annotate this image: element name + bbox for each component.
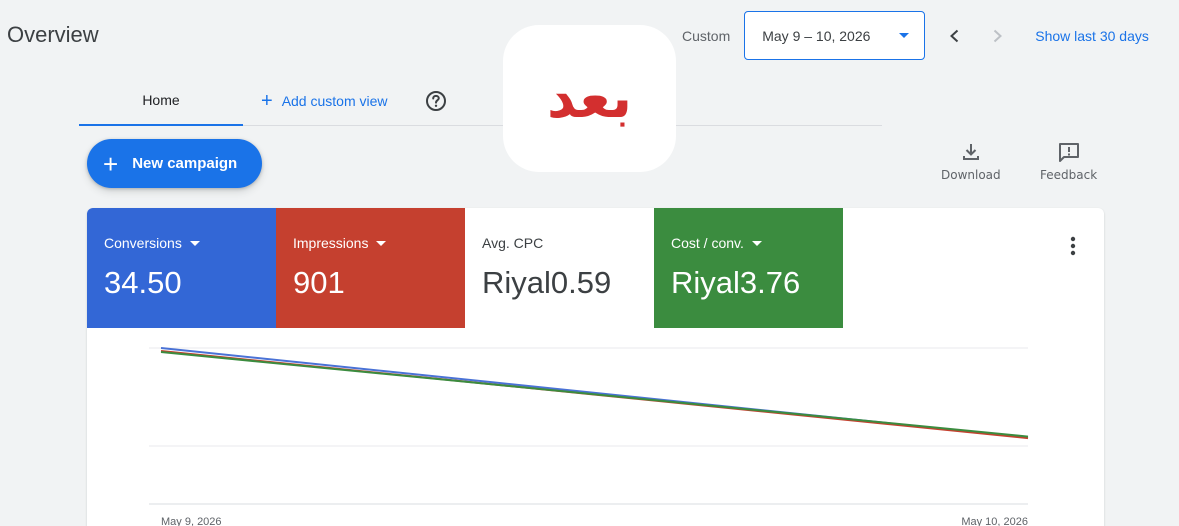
date-range-select[interactable]: May 9 – 10, 2026 bbox=[744, 11, 926, 60]
chevron-right-icon bbox=[994, 29, 1003, 42]
download-icon bbox=[962, 144, 979, 160]
download-button[interactable]: Download bbox=[941, 142, 1001, 182]
tab-home[interactable]: Home bbox=[79, 76, 243, 126]
metric-label: Avg. CPC bbox=[482, 235, 544, 251]
more-vert-icon[interactable] bbox=[1070, 236, 1076, 256]
metric-label: Cost / conv. bbox=[671, 235, 744, 251]
download-label: Download bbox=[941, 168, 1001, 182]
metric-value: Riyal3.76 bbox=[671, 265, 801, 300]
overlay-app-icon: بعد bbox=[503, 25, 676, 172]
chart-series-line bbox=[160, 351, 1029, 438]
metric-label-row: Avg. CPC bbox=[482, 235, 654, 251]
show-last-30-days-link[interactable]: Show last 30 days bbox=[1035, 28, 1149, 44]
chevron-left-icon bbox=[950, 29, 959, 42]
metric-label: Impressions bbox=[293, 235, 369, 251]
overlay-text: بعد bbox=[547, 66, 632, 131]
metric-label: Conversions bbox=[104, 235, 182, 251]
page-title: Overview bbox=[7, 22, 99, 47]
metric-impressions[interactable]: Impressions 901 bbox=[276, 208, 465, 328]
performance-chart: May 9, 2026 May 10, 2026 bbox=[149, 347, 1029, 526]
metric-avg-cpc[interactable]: Avg. CPC Riyal0.59 bbox=[465, 208, 654, 328]
metric-label-row: Conversions bbox=[104, 235, 276, 251]
plus-icon: + bbox=[103, 148, 119, 179]
metric-value: 34.50 bbox=[104, 265, 182, 300]
chart-x-tick-label: May 10, 2026 bbox=[961, 516, 1028, 526]
metric-label-row: Cost / conv. bbox=[671, 235, 843, 251]
feedback-button[interactable]: Feedback bbox=[1040, 142, 1097, 182]
previous-period-button[interactable] bbox=[943, 24, 967, 48]
add-custom-view-button[interactable]: + Add custom view bbox=[261, 76, 388, 126]
metric-value: 901 bbox=[293, 265, 345, 300]
next-period-button[interactable] bbox=[985, 24, 1009, 48]
caret-down-icon bbox=[189, 240, 200, 246]
caret-down-icon bbox=[376, 240, 387, 246]
add-custom-view-label: Add custom view bbox=[281, 93, 388, 109]
feedback-label: Feedback bbox=[1040, 168, 1098, 182]
metric-conversions[interactable]: Conversions 34.50 bbox=[87, 208, 276, 328]
custom-label: Custom bbox=[682, 27, 731, 44]
new-campaign-button[interactable]: + New campaign bbox=[87, 139, 262, 188]
caret-down-icon bbox=[899, 33, 910, 38]
metric-value: Riyal0.59 bbox=[482, 265, 612, 300]
help-icon[interactable] bbox=[425, 90, 447, 112]
date-controls: Custom May 9 – 10, 2026 Show last 30 day… bbox=[682, 11, 1149, 60]
new-campaign-label: New campaign bbox=[132, 155, 238, 172]
metric-label-row: Impressions bbox=[293, 235, 465, 251]
performance-card: Conversions 34.50 Impressions 901 Avg. C… bbox=[87, 208, 1104, 526]
tab-home-label: Home bbox=[142, 92, 180, 108]
date-range-value: May 9 – 10, 2026 bbox=[762, 27, 871, 44]
view-tabs: Home + Add custom view bbox=[79, 76, 882, 126]
feedback-icon bbox=[1058, 143, 1079, 162]
chart-x-tick-label: May 9, 2026 bbox=[161, 516, 222, 526]
page: Overview Custom May 9 – 10, 2026 Show la… bbox=[0, 0, 1179, 526]
caret-down-icon bbox=[751, 240, 762, 246]
plus-icon: + bbox=[261, 90, 273, 112]
metric-cost-per-conv[interactable]: Cost / conv. Riyal3.76 bbox=[654, 208, 843, 328]
